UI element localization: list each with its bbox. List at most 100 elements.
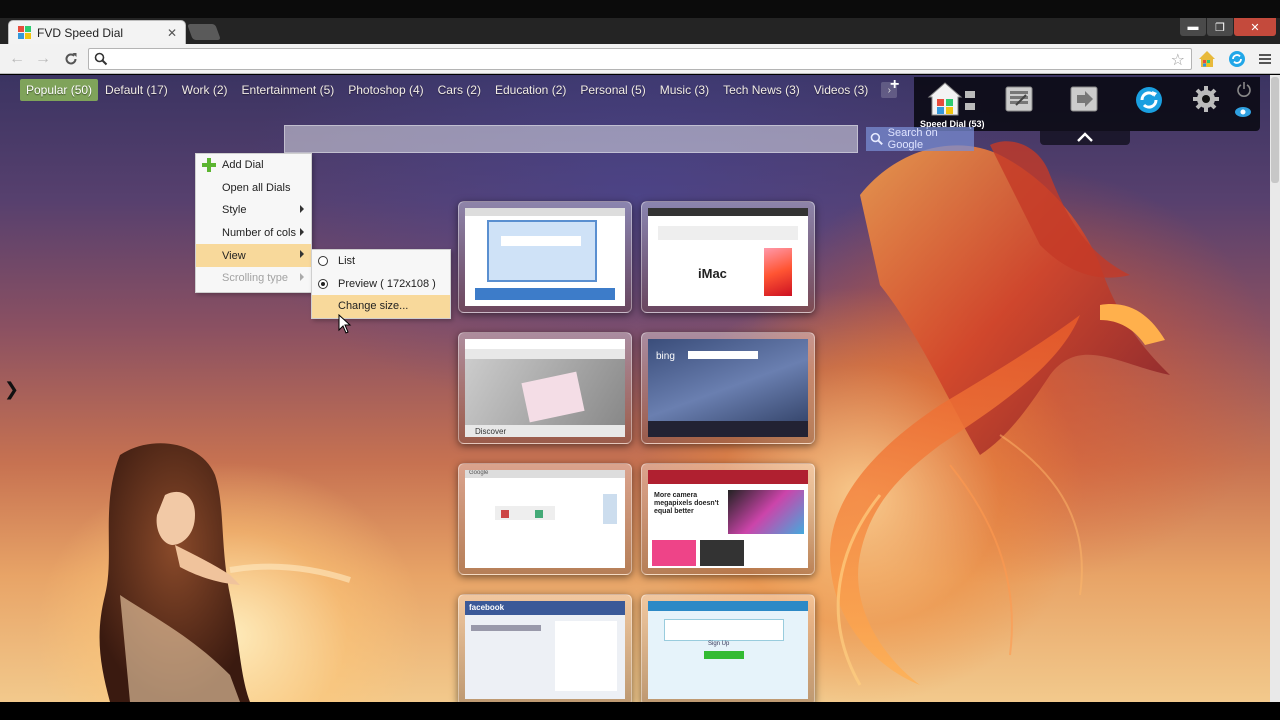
search-icon xyxy=(94,52,108,69)
menu-item-label: Style xyxy=(222,204,247,217)
dial-thumbnail: Discover xyxy=(465,339,625,437)
tab-close-icon[interactable]: ✕ xyxy=(167,26,177,40)
dial-1[interactable] xyxy=(458,201,632,313)
view-option-preview[interactable]: Preview ( 172x108 ) xyxy=(312,273,450,296)
dial-6[interactable]: More camera megapixels doesn't equal bet… xyxy=(641,463,815,575)
power-button[interactable] xyxy=(1236,81,1252,97)
browser-toolbar: ← → ☆ xyxy=(0,44,1280,74)
view-option-list[interactable]: List xyxy=(312,250,450,273)
group-tabs: Popular (50) Default (17) Work (2) Enter… xyxy=(20,79,898,101)
forward-arrow-icon[interactable]: → xyxy=(32,49,54,69)
group-tab-entertainment[interactable]: Entertainment (5) xyxy=(235,80,342,100)
settings-button[interactable] xyxy=(1192,85,1220,113)
page-scrollbar[interactable] xyxy=(1270,75,1280,702)
search-icon xyxy=(870,132,883,146)
group-tab-default[interactable]: Default (17) xyxy=(98,80,175,100)
menu-item-label: Open all Dials xyxy=(222,181,291,194)
control-panel: Speed Dial (53) xyxy=(914,77,1260,131)
sync-button[interactable] xyxy=(1134,85,1164,115)
menu-item-add-dial[interactable]: Add Dial xyxy=(196,154,311,177)
scrollbar-thumb[interactable] xyxy=(1271,77,1279,183)
recently-closed-button[interactable] xyxy=(1069,85,1099,113)
submenu-arrow-icon xyxy=(300,227,304,236)
visibility-button[interactable] xyxy=(1234,105,1252,119)
group-tab-cars[interactable]: Cars (2) xyxy=(431,80,488,100)
dial-5[interactable]: Google xyxy=(458,463,632,575)
speed-dial-page: Popular (50) Default (17) Work (2) Enter… xyxy=(0,75,1270,702)
add-group-icon[interactable]: + xyxy=(890,76,899,94)
home-extension-icon[interactable] xyxy=(1196,48,1218,70)
view-option-change-size[interactable]: Change size... xyxy=(312,295,450,318)
omnibox-input[interactable] xyxy=(115,51,1165,67)
radio-icon xyxy=(318,256,328,266)
power-icon xyxy=(1237,82,1251,97)
back-arrow-icon[interactable]: ← xyxy=(6,49,28,69)
dial-2[interactable]: iMac xyxy=(641,201,815,313)
bookmark-star-icon[interactable]: ☆ xyxy=(1171,50,1185,70)
new-tab-button[interactable] xyxy=(187,24,221,40)
dial-thumbnail: More camera megapixels doesn't equal bet… xyxy=(648,470,808,568)
window-controls: ▬ ❐ ✕ xyxy=(1179,18,1276,36)
sync-extension-icon[interactable] xyxy=(1226,48,1248,70)
dial-thumbnail: facebook xyxy=(465,601,625,699)
group-tab-education[interactable]: Education (2) xyxy=(488,80,573,100)
dial-7[interactable]: facebook xyxy=(458,594,632,702)
menu-item-number-of-cols[interactable]: Number of cols xyxy=(196,222,311,245)
title-bar xyxy=(0,0,1280,18)
menu-item-label: Number of cols xyxy=(222,227,296,240)
tab-title: FVD Speed Dial xyxy=(37,25,124,40)
menu-item-label: Change size... xyxy=(338,300,409,313)
dial-thumbnail: Google xyxy=(465,470,625,568)
menu-item-label: Add Dial xyxy=(222,159,264,172)
group-tab-tech-news[interactable]: Tech News (3) xyxy=(716,80,807,100)
dial-label: iMac xyxy=(698,266,727,281)
browser-tab[interactable]: FVD Speed Dial ✕ xyxy=(8,20,186,44)
close-window-button[interactable]: ✕ xyxy=(1234,18,1276,36)
dial-3[interactable]: Discover xyxy=(458,332,632,444)
recently-closed-icon xyxy=(1070,86,1098,112)
bottom-bar xyxy=(0,702,1280,720)
group-tab-videos[interactable]: Videos (3) xyxy=(807,80,875,100)
most-visited-button[interactable] xyxy=(1004,85,1034,113)
dial-4[interactable]: bing xyxy=(641,332,815,444)
mouse-cursor-icon xyxy=(338,314,352,334)
menu-item-scrolling-type: Scrolling type xyxy=(196,267,311,290)
group-tab-photoshop[interactable]: Photoshop (4) xyxy=(341,80,430,100)
search-button-label: Search on Google xyxy=(887,127,938,151)
dial-thumbnail: Sign Up xyxy=(648,601,808,699)
speed-dial-panel-button[interactable]: Speed Dial (53) xyxy=(920,81,985,129)
reload-icon[interactable] xyxy=(60,49,82,69)
submenu-arrow-icon xyxy=(300,205,304,214)
dial-8[interactable]: Sign Up xyxy=(641,594,815,702)
sync-icon xyxy=(1136,87,1162,113)
menu-item-label: Preview ( 172x108 ) xyxy=(338,277,436,290)
chevron-up-icon xyxy=(1077,132,1093,142)
group-tab-music[interactable]: Music (3) xyxy=(653,80,716,100)
radio-checked-icon xyxy=(318,278,328,289)
dial-label: Google xyxy=(469,470,489,476)
menu-item-view[interactable]: View xyxy=(196,244,311,267)
dial-label: Sign Up xyxy=(708,641,730,647)
dial-label: facebook xyxy=(469,603,505,612)
dial-label: Discover xyxy=(475,427,507,436)
menu-item-label: Scrolling type xyxy=(222,272,289,285)
speed-dial-home-icon xyxy=(927,82,976,116)
group-tab-popular[interactable]: Popular (50) xyxy=(20,79,99,101)
speed-dial-favicon-icon xyxy=(17,26,31,40)
group-tab-personal[interactable]: Personal (5) xyxy=(573,80,652,100)
menu-icon[interactable] xyxy=(1254,48,1276,70)
dial-thumbnail xyxy=(465,208,625,306)
collapse-panel-button[interactable] xyxy=(1040,131,1130,145)
maximize-button[interactable]: ❐ xyxy=(1207,18,1233,36)
omnibox[interactable]: ☆ xyxy=(88,48,1192,70)
search-on-google-button[interactable]: Search on Google xyxy=(866,127,974,151)
menu-item-label: List xyxy=(338,255,356,268)
menu-item-style[interactable]: Style xyxy=(196,199,311,222)
search-input[interactable] xyxy=(284,125,858,153)
side-panel-chevron-icon[interactable]: ❯ xyxy=(4,379,19,400)
menu-item-open-all-dials[interactable]: Open all Dials xyxy=(196,177,311,200)
group-tab-work[interactable]: Work (2) xyxy=(175,80,235,100)
dial-thumbnail: iMac xyxy=(648,208,808,306)
minimize-button[interactable]: ▬ xyxy=(1180,18,1206,36)
gear-icon xyxy=(1193,86,1219,112)
